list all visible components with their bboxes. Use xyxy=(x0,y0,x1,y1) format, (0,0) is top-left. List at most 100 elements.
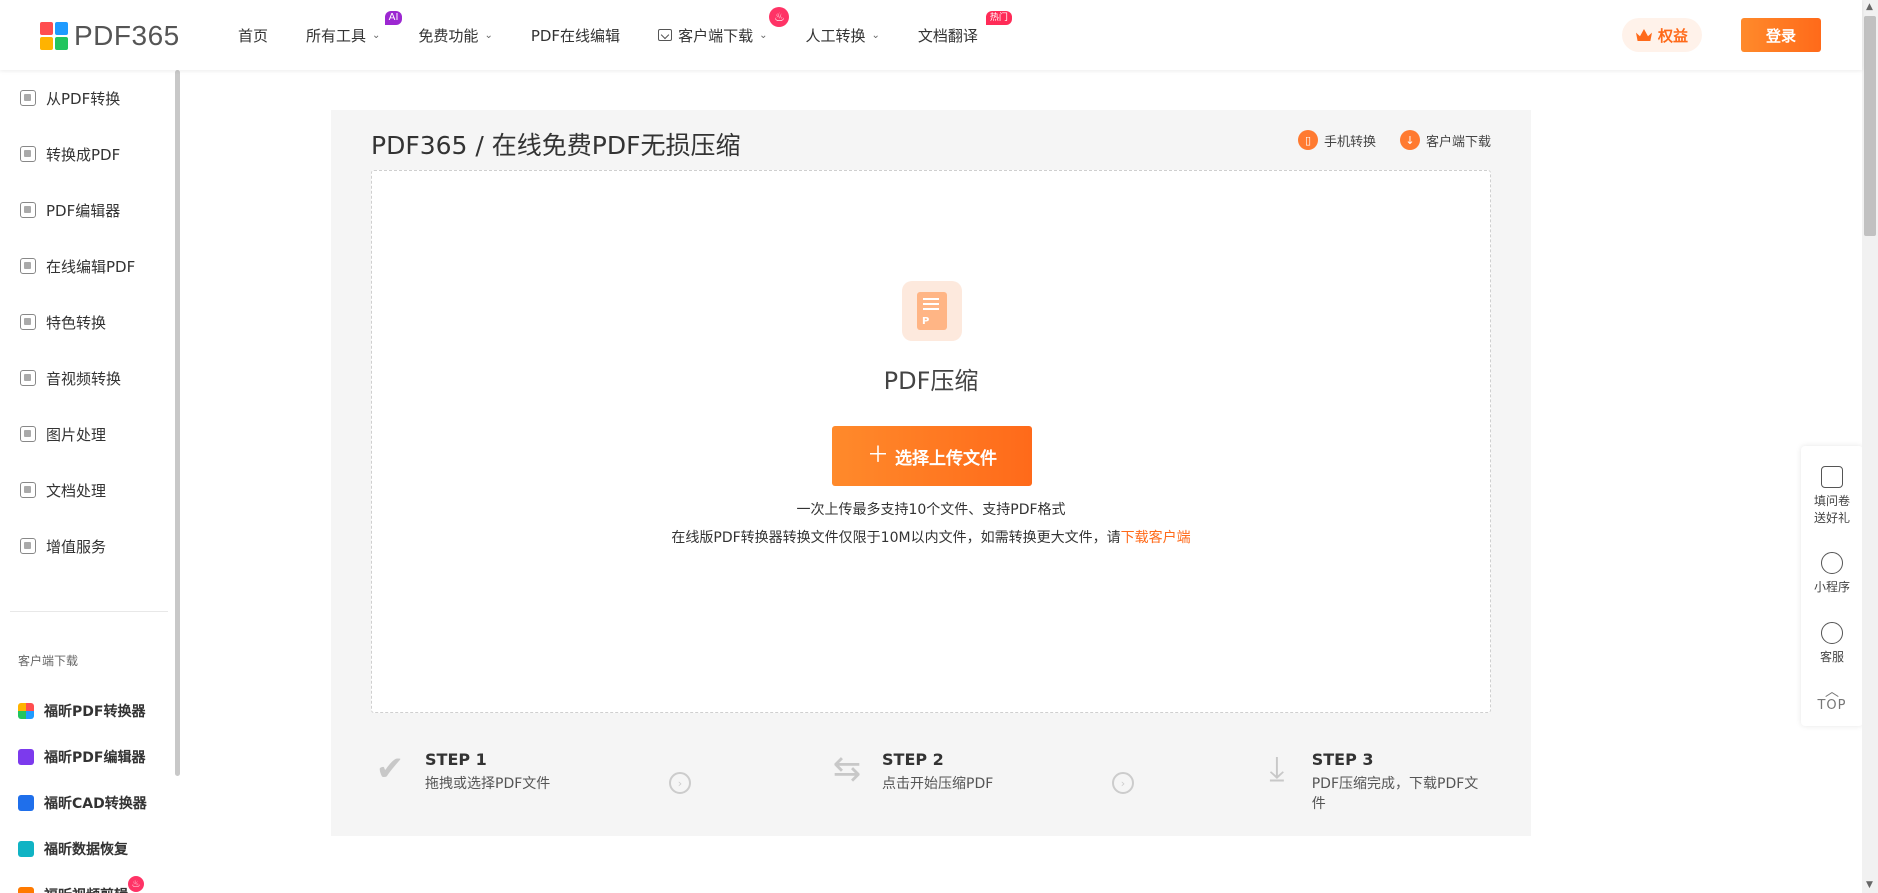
pdf-compress-icon xyxy=(902,281,962,341)
sidebar-item-special[interactable]: 特色转换 xyxy=(0,294,170,350)
client-download-link[interactable]: ↓ 客户端下载 xyxy=(1399,130,1491,150)
mobile-convert-label: 手机转换 xyxy=(1323,134,1376,150)
nav-client-download[interactable]: 客户端下载 ⌄ ♨ xyxy=(658,6,790,46)
list-icon xyxy=(20,538,36,554)
size-limit-text: 在线版PDF转换器转换文件仅限于10M以内文件，如需转换更大文件，请 xyxy=(671,530,1121,546)
survey-button[interactable]: 填问卷 送好礼 xyxy=(1801,466,1863,526)
headset-icon xyxy=(1821,622,1843,644)
zip-file-icon xyxy=(917,292,947,330)
app-pdf-converter[interactable]: 福昕PDF转换器 xyxy=(0,688,170,734)
arrow-right-icon: › xyxy=(669,772,691,794)
step-title: STEP 2 xyxy=(882,750,944,769)
step-desc: PDF压缩完成，下载PDF文件 xyxy=(1311,776,1479,812)
benefits-label: 权益 xyxy=(1657,26,1688,45)
customer-service-label: 客服 xyxy=(1819,650,1844,664)
sidebar-item-document[interactable]: 文档处理 xyxy=(0,462,170,518)
step-desc: 点击开始压缩PDF xyxy=(882,776,994,792)
sidebar-item-label: 特色转换 xyxy=(46,313,107,332)
upload-dropzone[interactable]: PDF压缩 ＋ 选择上传文件 一次上传最多支持10个文件、支持PDF格式 在线版… xyxy=(371,170,1491,713)
app-video-editor[interactable]: 福昕视频剪辑 ♨ xyxy=(0,872,170,893)
sidebar-item-to-pdf[interactable]: 转换成PDF xyxy=(0,126,170,182)
step-3: ⤓ STEP 3 PDF压缩完成，下载PDF文件 xyxy=(1258,750,1491,813)
nav-all-tools-label: 所有工具 xyxy=(306,26,367,45)
survey-label-line2: 送好礼 xyxy=(1813,511,1850,525)
convert-icon xyxy=(20,90,36,106)
miniapp-button[interactable]: 小程序 xyxy=(1801,552,1863,595)
sidebar-item-online-edit[interactable]: 在线编辑PDF xyxy=(0,238,170,294)
logo[interactable]: PDF365 xyxy=(40,20,180,52)
back-to-top-button[interactable]: ︿ TOP xyxy=(1801,684,1863,713)
nav-doc-translate-label: 文档翻译 xyxy=(917,26,978,45)
convert-icon xyxy=(20,146,36,162)
survey-label-line1: 填问卷 xyxy=(1813,494,1850,508)
nav-pdf-online-edit[interactable]: PDF在线编辑 xyxy=(531,25,620,46)
page-scrollbar-thumb[interactable] xyxy=(1864,16,1876,236)
sidebar-item-label: 音视频转换 xyxy=(46,369,122,388)
sidebar-section-title: 客户端下载 xyxy=(18,654,79,668)
nav-pdf-online-edit-label: PDF在线编辑 xyxy=(530,26,621,45)
client-download-label: 客户端下载 xyxy=(1425,134,1491,150)
chevron-down-icon: ⌄ xyxy=(871,29,880,41)
back-to-top-label: TOP xyxy=(1817,698,1847,713)
app-label: 福昕PDF编辑器 xyxy=(44,750,146,766)
step-desc: 拖拽或选择PDF文件 xyxy=(425,776,551,792)
video-editor-icon xyxy=(18,887,34,893)
app-label: 福昕数据恢复 xyxy=(44,842,128,858)
mobile-convert-link[interactable]: ▯ 手机转换 xyxy=(1297,130,1376,150)
chevron-down-icon: ⌄ xyxy=(759,29,768,41)
cad-converter-icon xyxy=(18,795,34,811)
nav-free-features-label: 免费功能 xyxy=(418,26,479,45)
benefits-button[interactable]: 权益 xyxy=(1622,18,1702,52)
sidebar-divider xyxy=(10,611,168,612)
upload-hint: 一次上传最多支持10个文件、支持PDF格式 xyxy=(796,502,1066,518)
document-icon xyxy=(20,482,36,498)
chevron-up-icon: ︿ xyxy=(1825,684,1839,700)
download-tray-icon: ⤓ xyxy=(1269,749,1285,789)
video-icon xyxy=(20,370,36,386)
nav-all-tools[interactable]: 所有工具 ⌄ AI xyxy=(306,10,403,46)
app-cad-converter[interactable]: 福昕CAD转换器 xyxy=(0,780,170,826)
sidebar-item-from-pdf[interactable]: 从PDF转换 xyxy=(0,70,170,126)
miniapp-label: 小程序 xyxy=(1813,580,1850,594)
sidebar-item-av-convert[interactable]: 音视频转换 xyxy=(0,350,170,406)
sidebar-item-label: 转换成PDF xyxy=(46,145,121,164)
nav-manual-convert-label: 人工转换 xyxy=(805,26,866,45)
app-pdf-editor[interactable]: 福昕PDF编辑器 xyxy=(0,734,170,780)
sidebar-item-value-added[interactable]: 增值服务 xyxy=(0,518,170,574)
sidebar: 从PDF转换 转换成PDF PDF编辑器 在线编辑PDF 特色转换 音视频转换 … xyxy=(0,70,180,893)
download-client-link[interactable]: 下载客户端 xyxy=(1121,530,1191,546)
download-icon xyxy=(658,29,673,41)
chevron-down-icon: ⌄ xyxy=(372,29,381,41)
logo-icon xyxy=(40,22,68,50)
size-limit-hint: 在线版PDF转换器转换文件仅限于10M以内文件，如需转换更大文件，请下载客户端 xyxy=(372,527,1490,547)
sidebar-item-label: 图片处理 xyxy=(46,425,107,444)
app-label: 福昕视频剪辑 xyxy=(44,885,128,893)
sidebar-item-image[interactable]: 图片处理 xyxy=(0,406,170,462)
scroll-up-arrow-icon[interactable]: ▲ xyxy=(1866,2,1873,12)
data-recovery-icon xyxy=(18,841,34,857)
nav-home[interactable]: 首页 xyxy=(238,25,268,46)
fire-icon: ♨ xyxy=(128,876,144,892)
nav-manual-convert[interactable]: 人工转换 ⌄ xyxy=(805,25,879,46)
edit-icon xyxy=(20,202,36,218)
step-title: STEP 3 xyxy=(1311,750,1374,769)
nav-free-features[interactable]: 免费功能 ⌄ xyxy=(418,25,492,46)
upload-file-label: 选择上传文件 xyxy=(895,448,997,469)
app-label: 福昕CAD转换器 xyxy=(44,796,147,812)
login-button[interactable]: 登录 xyxy=(1741,18,1821,52)
image-icon xyxy=(20,426,36,442)
app-data-recovery[interactable]: 福昕数据恢复 xyxy=(0,826,170,872)
tool-title: PDF压缩 xyxy=(883,367,979,395)
scroll-down-arrow-icon[interactable]: ▼ xyxy=(1866,880,1873,890)
crown-icon xyxy=(1635,29,1652,41)
sidebar-item-label: PDF编辑器 xyxy=(46,201,121,220)
sidebar-scrollbar[interactable] xyxy=(175,70,180,776)
sidebar-item-label: 增值服务 xyxy=(46,537,107,556)
nav-doc-translate[interactable]: 文档翻译 热门 xyxy=(917,10,1012,46)
sidebar-item-pdf-editor[interactable]: PDF编辑器 xyxy=(0,182,170,238)
customer-service-button[interactable]: 客服 xyxy=(1801,622,1863,665)
step-title: STEP 1 xyxy=(425,750,487,769)
survey-icon xyxy=(1821,466,1843,488)
upload-file-button[interactable]: ＋ 选择上传文件 xyxy=(832,426,1032,486)
panel-top-links: ▯ 手机转换 ↓ 客户端下载 xyxy=(1297,130,1491,150)
